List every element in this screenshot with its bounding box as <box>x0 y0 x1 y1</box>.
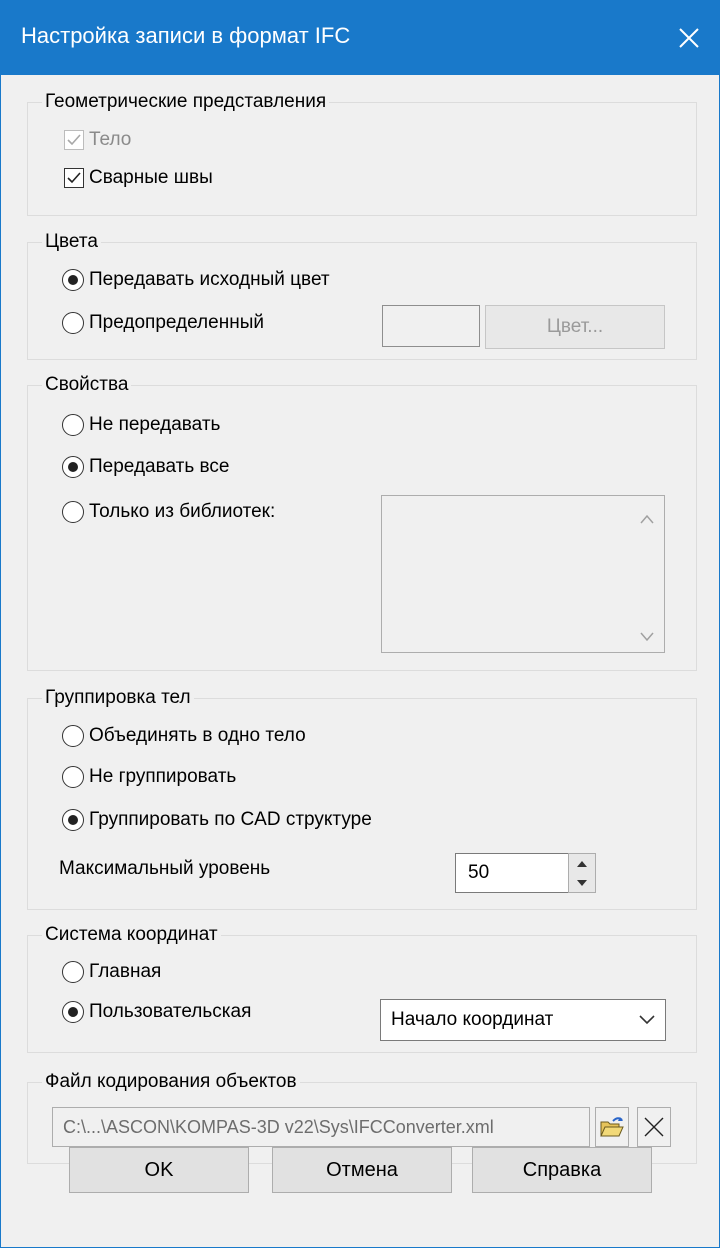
max-level-spinner[interactable] <box>568 853 596 893</box>
body-checkbox-label: Тело <box>89 129 132 150</box>
max-level-label-row: Максимальный уровень <box>59 858 270 880</box>
geometry-group: Геометрические представления <box>27 89 697 216</box>
geometry-group-title: Геометрические представления <box>42 89 330 115</box>
coordinate-origin-value: Начало координат <box>391 1009 554 1030</box>
colors-group-title: Цвета <box>42 229 101 255</box>
group-cad-label: Группировать по CAD структуре <box>89 809 372 830</box>
props-all-label: Передавать все <box>89 456 230 477</box>
welds-checkbox-row: Сварные швы <box>64 167 213 189</box>
scroll-down-icon[interactable] <box>640 632 654 642</box>
checkmark-icon <box>67 134 81 146</box>
welds-checkbox[interactable] <box>64 168 84 188</box>
libraries-list[interactable] <box>381 495 665 653</box>
group-merge-label: Объединять в одно тело <box>89 725 306 746</box>
grouping-group-title: Группировка тел <box>42 685 194 711</box>
encoding-group-title: Файл кодирования объектов <box>42 1069 300 1095</box>
body-checkbox-row: Тело <box>64 129 131 151</box>
close-button[interactable] <box>659 1 719 75</box>
checkmark-icon <box>67 172 81 184</box>
props-none-option[interactable]: Не передавать <box>62 414 220 436</box>
clear-file-button[interactable] <box>637 1107 671 1147</box>
group-cad-radio[interactable] <box>62 809 84 831</box>
color-source-radio[interactable] <box>62 269 84 291</box>
color-predefined-label: Предопределенный <box>89 312 264 333</box>
clear-icon <box>644 1117 664 1137</box>
body-checkbox[interactable] <box>64 130 84 150</box>
scroll-up-icon[interactable] <box>640 514 654 524</box>
color-button[interactable]: Цвет... <box>485 305 665 349</box>
props-libs-label: Только из библиотек: <box>89 501 276 522</box>
max-level-input[interactable]: 50 <box>455 853 569 893</box>
spin-down-icon <box>577 879 587 886</box>
cancel-button[interactable]: Отмена <box>272 1147 452 1193</box>
color-predefined-radio[interactable] <box>62 312 84 334</box>
title-bar[interactable]: Настройка записи в формат IFC <box>1 1 719 75</box>
color-source-option[interactable]: Передавать исходный цвет <box>62 269 330 291</box>
spin-up-icon <box>577 860 587 867</box>
props-all-option[interactable]: Передавать все <box>62 456 229 478</box>
ok-button[interactable]: OK <box>69 1147 249 1193</box>
color-swatch <box>382 305 480 347</box>
color-source-label: Передавать исходный цвет <box>89 269 330 290</box>
max-level-label: Максимальный уровень <box>59 858 271 879</box>
props-none-label: Не передавать <box>89 414 221 435</box>
browse-file-button[interactable] <box>595 1107 629 1147</box>
close-icon <box>679 28 699 48</box>
coords-main-label: Главная <box>89 961 162 982</box>
open-folder-icon <box>600 1117 624 1137</box>
coords-main-option[interactable]: Главная <box>62 961 161 983</box>
coords-user-option[interactable]: Пользовательская <box>62 1001 251 1023</box>
group-cad-option[interactable]: Группировать по CAD структуре <box>62 809 372 831</box>
chevron-down-icon <box>639 1015 655 1025</box>
coords-group-title: Система координат <box>42 922 221 948</box>
welds-checkbox-label: Сварные швы <box>89 167 213 188</box>
coords-main-radio[interactable] <box>62 961 84 983</box>
group-merge-option[interactable]: Объединять в одно тело <box>62 725 306 747</box>
coords-user-radio[interactable] <box>62 1001 84 1023</box>
help-button[interactable]: Справка <box>472 1147 652 1193</box>
encoding-file-path[interactable]: C:\...\ASCON\KOMPAS-3D v22\Sys\IFCConver… <box>52 1107 590 1147</box>
group-none-label: Не группировать <box>89 766 237 787</box>
group-merge-radio[interactable] <box>62 725 84 747</box>
properties-group-title: Свойства <box>42 372 132 398</box>
spin-down-button[interactable] <box>569 873 595 892</box>
group-none-radio[interactable] <box>62 766 84 788</box>
props-none-radio[interactable] <box>62 414 84 436</box>
ifc-export-settings-dialog: Настройка записи в формат IFC Геометриче… <box>0 0 720 1248</box>
coords-user-label: Пользовательская <box>89 1001 252 1022</box>
props-all-radio[interactable] <box>62 456 84 478</box>
dialog-title: Настройка записи в формат IFC <box>21 23 351 48</box>
props-libs-radio[interactable] <box>62 501 84 523</box>
props-libs-option[interactable]: Только из библиотек: <box>62 501 275 523</box>
color-predefined-option[interactable]: Предопределенный <box>62 312 264 334</box>
coordinate-origin-dropdown[interactable]: Начало координат <box>380 999 666 1041</box>
group-none-option[interactable]: Не группировать <box>62 766 236 788</box>
spin-up-button[interactable] <box>569 854 595 873</box>
